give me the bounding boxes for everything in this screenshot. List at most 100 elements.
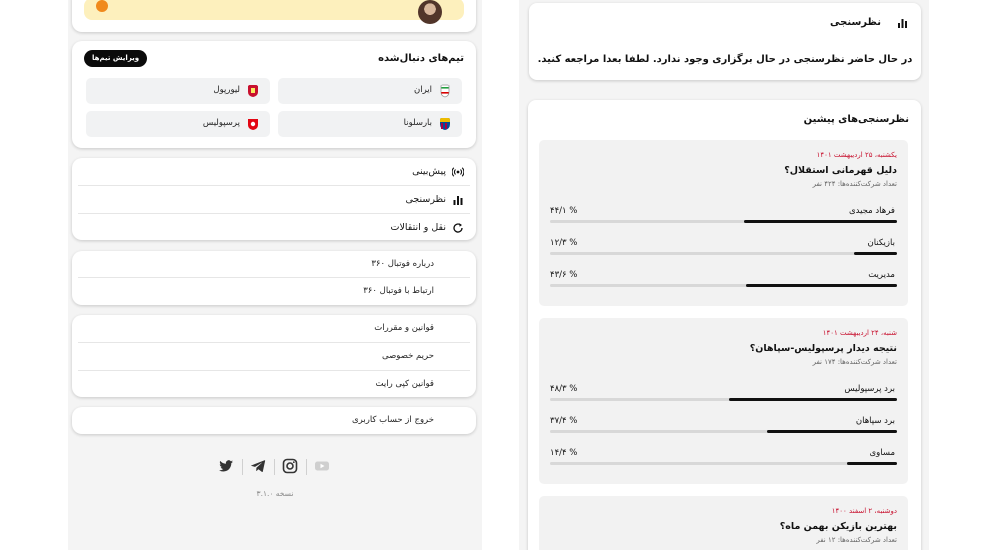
team-name: لیورپول: [213, 85, 240, 95]
previous-polls-title: نظرسنجی‌های پیشین: [803, 114, 909, 125]
youtube-icon[interactable]: [314, 458, 330, 474]
refresh-icon: [453, 223, 463, 233]
twitter-icon[interactable]: [218, 458, 234, 474]
logout-card: خروج از حساب کاربری: [72, 407, 476, 434]
previous-polls-card: نظرسنجی‌های پیشین یکشنبه، ۲۵ اردیبهشت ۱۴…: [528, 100, 921, 550]
current-poll-card: نظرسنجی در حال حاضر نظرسنجی در حال برگزا…: [529, 3, 921, 80]
divider: [242, 459, 243, 475]
option-percent: % ۳۷/۴: [550, 416, 578, 426]
liverpool-crest-icon: [248, 85, 258, 97]
option-bar-track: [550, 398, 897, 401]
about-card: درباره فوتبال ۳۶۰ ارتباط با فوتبال ۳۶۰: [72, 251, 476, 305]
option-bar-fill: [767, 430, 897, 433]
social-links: [218, 458, 338, 475]
app-version: نسخه ۳.۱.۰: [256, 489, 294, 498]
option-label: برد سپاهان: [855, 416, 895, 426]
terms-label: قوانین و مقررات: [374, 323, 434, 333]
menu-label: نقل و انتقالات: [390, 222, 446, 233]
barcelona-crest-icon: [440, 118, 450, 130]
iran-crest-icon: [440, 84, 450, 98]
main-menu-card: پیش‌بینی نظرسنجی نقل و انتقالات: [72, 158, 476, 240]
team-name: پرسپولیس: [202, 118, 240, 128]
option-percent: % ۴۸/۳: [550, 384, 578, 394]
option-label: فرهاد مجیدی: [848, 206, 895, 216]
about-label: درباره فوتبال ۳۶۰: [371, 259, 434, 269]
alert-icon: [96, 0, 108, 12]
poll-participants: تعداد شرکت‌کننده‌ها: ۴۲۴ نفر: [812, 180, 897, 188]
menu-item-prediction[interactable]: پیش‌بینی: [78, 158, 470, 186]
poll-option: برد پرسپولیس % ۴۸/۳: [550, 384, 897, 408]
current-poll-title: نظرسنجی: [830, 17, 881, 28]
terms-link[interactable]: قوانین و مقررات: [78, 315, 470, 342]
notice-banner: [84, 0, 464, 20]
option-bar-fill: [729, 398, 897, 401]
option-bar-fill: [745, 284, 897, 287]
menu-item-polls[interactable]: نظرسنجی: [78, 186, 470, 214]
option-label: مدیریت: [868, 270, 895, 280]
option-percent: % ۱۴/۴: [550, 448, 578, 458]
poll-question: نتیجه دیدار پرسپولیس-سپاهان؟: [749, 343, 897, 354]
contact-link[interactable]: ارتباط با فوتبال ۳۶۰: [78, 278, 470, 305]
poll-participants: تعداد شرکت‌کننده‌ها: ۱۷۴ نفر: [812, 358, 897, 366]
bar-chart-icon: [453, 196, 463, 205]
instagram-icon[interactable]: [282, 458, 298, 474]
rules-card: قوانین و مقررات حریم خصوصی قوانین کپی را…: [72, 315, 476, 397]
team-name: بارسلونا: [403, 118, 432, 128]
option-percent: % ۴۴/۱: [550, 206, 578, 216]
persepolis-crest-icon: [248, 119, 258, 130]
poll-option: مدیریت % ۴۳/۶: [550, 270, 897, 294]
no-active-poll-message: در حال حاضر نظرسنجی در حال برگزاری وجود …: [537, 54, 913, 65]
poll-option: مساوی % ۱۴/۴: [550, 448, 897, 472]
poll-date: شنبه، ۲۴ اردیبهشت ۱۴۰۱: [822, 329, 897, 337]
divider: [306, 459, 307, 475]
option-bar-fill: [743, 220, 897, 223]
team-name: ایران: [413, 85, 432, 95]
poll-question: دلیل قهرمانی استقلال؟: [784, 165, 897, 176]
team-tile-barcelona[interactable]: بارسلونا: [278, 111, 462, 137]
avatar[interactable]: [418, 0, 442, 24]
bar-chart-icon: [898, 19, 907, 28]
poll-item[interactable]: شنبه، ۲۴ اردیبهشت ۱۴۰۱ نتیجه دیدار پرسپو…: [539, 318, 908, 484]
option-label: بازیکنان: [867, 238, 895, 248]
option-bar-fill: [847, 462, 897, 465]
option-bar-track: [550, 220, 897, 223]
option-bar-track: [550, 430, 897, 433]
option-bar-track: [550, 284, 897, 287]
divider: [274, 459, 275, 475]
poll-item[interactable]: یکشنبه، ۲۵ اردیبهشت ۱۴۰۱ دلیل قهرمانی اس…: [539, 140, 908, 306]
privacy-link[interactable]: حریم خصوصی: [78, 343, 470, 370]
followed-teams-title: تیم‌های دنبال‌شده: [378, 53, 464, 64]
contact-label: ارتباط با فوتبال ۳۶۰: [363, 286, 434, 296]
option-bar-track: [550, 252, 897, 255]
team-tile-persepolis[interactable]: پرسپولیس: [86, 111, 270, 137]
poll-participants: تعداد شرکت‌کننده‌ها: ۱۲ نفر: [816, 536, 897, 544]
followed-teams-card: تیم‌های دنبال‌شده ویرایش تیم‌ها ایران لی…: [72, 41, 476, 148]
poll-item[interactable]: دوشنبه، ۲ اسفند ۱۴۰۰ بهترین بازیکن بهمن …: [539, 496, 908, 550]
option-bar-fill: [854, 252, 897, 255]
menu-label: نظرسنجی: [405, 194, 446, 205]
menu-item-transfers[interactable]: نقل و انتقالات: [78, 214, 470, 242]
logout-link[interactable]: خروج از حساب کاربری: [78, 407, 470, 434]
option-bar-track: [550, 462, 897, 465]
poll-question: بهترین بازیکن بهمن ماه؟: [779, 521, 897, 532]
poll-option: فرهاد مجیدی % ۴۴/۱: [550, 206, 897, 230]
team-tile-iran[interactable]: ایران: [278, 78, 462, 104]
about-link[interactable]: درباره فوتبال ۳۶۰: [78, 251, 470, 278]
option-label: برد پرسپولیس: [844, 384, 895, 394]
poll-option: برد سپاهان % ۳۷/۴: [550, 416, 897, 440]
broadcast-icon: [452, 167, 464, 177]
menu-label: پیش‌بینی: [412, 166, 446, 177]
poll-date: دوشنبه، ۲ اسفند ۱۴۰۰: [831, 507, 897, 515]
edit-teams-button[interactable]: ویرایش تیم‌ها: [84, 50, 148, 67]
copyright-link[interactable]: قوانین کپی رایت: [78, 371, 470, 398]
privacy-label: حریم خصوصی: [382, 351, 434, 361]
telegram-icon[interactable]: [250, 458, 266, 474]
notice-card: [72, 0, 476, 32]
polls-panel: نظرسنجی در حال حاضر نظرسنجی در حال برگزا…: [519, 0, 929, 550]
logout-label: خروج از حساب کاربری: [352, 415, 434, 425]
team-tile-liverpool[interactable]: لیورپول: [86, 78, 270, 104]
option-percent: % ۴۳/۶: [550, 270, 578, 280]
option-label: مساوی: [869, 448, 895, 458]
poll-date: یکشنبه، ۲۵ اردیبهشت ۱۴۰۱: [816, 151, 897, 159]
copyright-label: قوانین کپی رایت: [375, 379, 435, 389]
